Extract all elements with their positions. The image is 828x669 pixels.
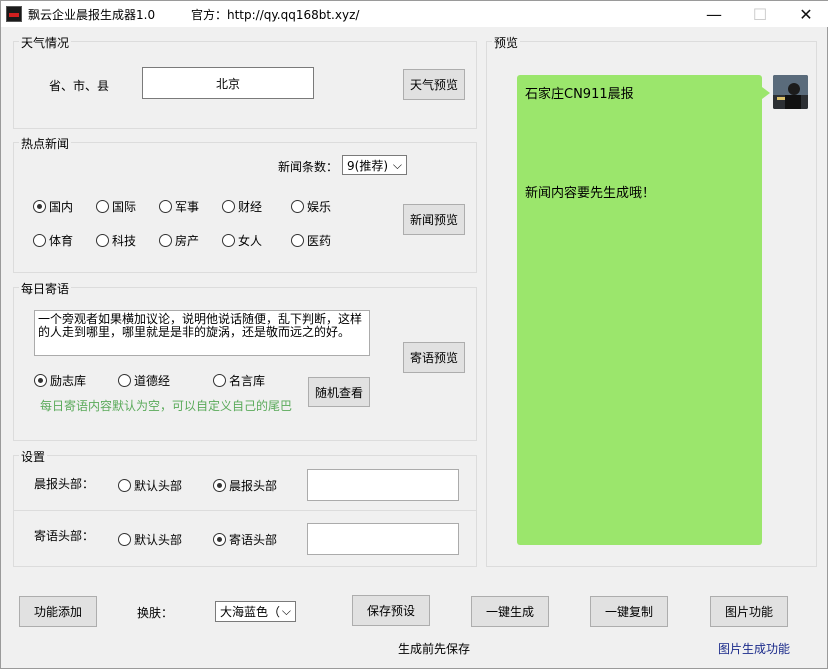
copy-button[interactable]: 一键复制 [590, 596, 668, 627]
radio-icon [33, 200, 46, 213]
window-title: 飘云企业晨报生成器1.0 [28, 8, 156, 22]
image-function-button[interactable]: 图片功能 [710, 596, 788, 627]
news-category-radio[interactable]: 财经 [222, 198, 262, 215]
radio-icon [159, 234, 172, 247]
sentence-source-radio[interactable]: 名言库 [213, 372, 265, 389]
bubble-body: 新闻内容要先生成哦！ [525, 186, 656, 201]
radio-icon [34, 374, 47, 387]
news-category-radio[interactable]: 国际 [96, 198, 136, 215]
maximize-button: ☐ [737, 1, 783, 27]
radio-icon [222, 200, 235, 213]
morning-header-custom-radio[interactable]: 晨报头部 [213, 477, 277, 494]
news-group-label: 热点新闻 [19, 135, 72, 152]
location-label: 省、市、县 [49, 79, 110, 93]
minimize-icon: — [706, 4, 722, 24]
daily-sentence-hint: 每日寄语内容默认为空，可以自定义自己的尾巴 [40, 399, 293, 413]
chevron-down-icon: ⌵ [392, 157, 402, 172]
radio-icon [159, 200, 172, 213]
sentence-header-label: 寄语头部： [34, 529, 95, 543]
daily-sentence-group-label: 每日寄语 [19, 280, 72, 297]
news-category-radio[interactable]: 女人 [222, 232, 262, 249]
app-window: 飘云企业晨报生成器1.0 官方：http://qy.qq168bt.xyz/ —… [0, 0, 828, 669]
morning-header-input[interactable] [307, 469, 459, 501]
message-bubble [517, 75, 770, 545]
close-icon: ✕ [799, 4, 813, 24]
image-generate-link[interactable]: 图片生成功能 [718, 640, 790, 657]
settings-group-label: 设置 [19, 448, 48, 465]
settings-divider [14, 510, 476, 511]
news-category-radio[interactable]: 体育 [33, 232, 73, 249]
radio-icon [118, 374, 131, 387]
radio-icon [213, 533, 226, 546]
news-count-label: 新闻条数： [278, 160, 339, 174]
radio-icon [291, 234, 304, 247]
location-input[interactable]: 北京 [142, 67, 314, 99]
close-button[interactable]: ✕ [783, 1, 828, 27]
news-category-radio[interactable]: 军事 [159, 198, 199, 215]
save-preset-button[interactable]: 保存预设 [352, 595, 430, 626]
radio-icon [33, 234, 46, 247]
news-category-radio[interactable]: 医药 [291, 232, 331, 249]
radio-icon [118, 479, 131, 492]
save-hint: 生成前先保存 [398, 642, 471, 656]
news-category-radio[interactable]: 科技 [96, 232, 136, 249]
sentence-preview-button[interactable]: 寄语预览 [403, 342, 465, 373]
app-logo-icon [6, 6, 22, 22]
radio-icon [222, 234, 235, 247]
sentence-header-custom-radio[interactable]: 寄语头部 [213, 531, 277, 548]
radio-icon [96, 200, 109, 213]
avatar [773, 75, 808, 109]
news-category-radio[interactable]: 娱乐 [291, 198, 331, 215]
add-function-button[interactable]: 功能添加 [19, 596, 97, 627]
news-preview-button[interactable]: 新闻预览 [403, 204, 465, 235]
morning-header-default-radio[interactable]: 默认头部 [118, 477, 182, 494]
maximize-icon: ☐ [752, 4, 768, 24]
weather-preview-button[interactable]: 天气预览 [403, 69, 465, 100]
news-count-value: 9(推荐) [347, 158, 388, 173]
radio-icon [213, 479, 226, 492]
skin-label: 换肤： [137, 606, 174, 620]
preview-group-label: 预览 [492, 34, 521, 51]
sentence-source-radio[interactable]: 道德经 [118, 372, 170, 389]
sentence-source-radio[interactable]: 励志库 [34, 372, 86, 389]
radio-icon [96, 234, 109, 247]
news-count-select[interactable]: 9(推荐) ⌵ [342, 155, 407, 175]
weather-group-label: 天气情况 [19, 34, 72, 51]
radio-icon [213, 374, 226, 387]
morning-header-label: 晨报头部： [34, 477, 95, 491]
sentence-header-default-radio[interactable]: 默认头部 [118, 531, 182, 548]
random-view-button[interactable]: 随机查看 [308, 377, 370, 407]
minimize-button[interactable]: — [691, 1, 737, 27]
daily-sentence-textarea[interactable]: 一个旁观者如果横加议论，说明他说话随便，乱下判断，这样的人走到哪里，哪里就是是非… [34, 310, 370, 356]
skin-select[interactable]: 大海蓝色（ ⌵ [215, 601, 296, 622]
news-category-radio[interactable]: 房产 [159, 232, 199, 249]
sentence-header-input[interactable] [307, 523, 459, 555]
generate-button[interactable]: 一键生成 [471, 596, 549, 627]
news-category-radio[interactable]: 国内 [33, 198, 73, 215]
chevron-down-icon: ⌵ [281, 604, 291, 618]
avatar-person-icon [773, 75, 808, 109]
official-site-label: 官方：http://qy.qq168bt.xyz/ [191, 8, 360, 22]
skin-value: 大海蓝色（ [220, 605, 281, 619]
radio-icon [291, 200, 304, 213]
radio-icon [118, 533, 131, 546]
bubble-title: 石家庄CN911晨报 [525, 87, 634, 102]
